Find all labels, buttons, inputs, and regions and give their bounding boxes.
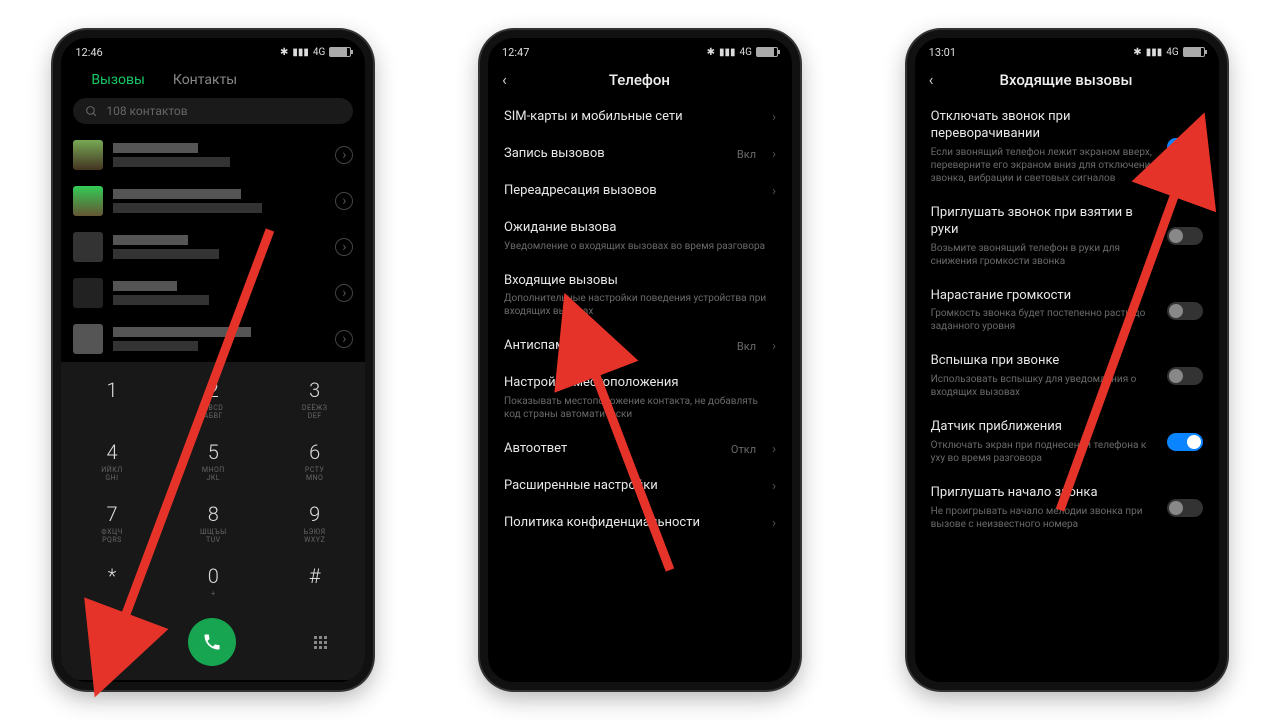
status-bar: 12:46 ✱ ▮▮▮ 4G — [61, 38, 365, 62]
bluetooth-icon: ✱ — [280, 47, 288, 58]
avatar — [73, 324, 103, 354]
signal-icon: ▮▮▮ — [292, 47, 309, 58]
avatar — [73, 140, 103, 170]
dialkey-0[interactable]: 0+ — [163, 554, 264, 608]
tabs: Вызовы Контакты — [61, 62, 365, 98]
settings-item[interactable]: Датчик приближенияОтключать экран при по… — [915, 409, 1219, 475]
chevron-right-icon[interactable]: › — [335, 284, 353, 302]
call-row[interactable]: › — [61, 178, 365, 224]
toggle-switch[interactable] — [1167, 433, 1203, 451]
back-button[interactable]: ‹ — [502, 70, 507, 89]
dialkey-3[interactable]: 3DEЁЖЗDEF — [264, 368, 365, 430]
chevron-right-icon[interactable]: › — [335, 330, 353, 348]
chevron-right-icon[interactable]: › — [335, 192, 353, 210]
chevron-right-icon: › — [772, 184, 776, 199]
signal-icon: ▮▮▮ — [719, 47, 736, 58]
dialkey-6[interactable]: 6РСТУMNO — [264, 430, 365, 492]
network-label: 4G — [313, 47, 325, 58]
dialkey-1[interactable]: 1 — [61, 368, 162, 430]
call-list: › › › › › — [61, 132, 365, 362]
settings-item[interactable]: АвтоответОткл› — [488, 431, 792, 468]
network-label: 4G — [1166, 47, 1178, 58]
dialkey-8[interactable]: 8ШЩЪЫTUV — [163, 492, 264, 554]
chevron-right-icon: › — [772, 516, 776, 531]
avatar — [73, 232, 103, 262]
call-row[interactable]: › — [61, 270, 365, 316]
chevron-right-icon: › — [772, 479, 776, 494]
search-placeholder: 108 контактов — [106, 104, 187, 118]
search-icon — [85, 105, 98, 118]
settings-list: SIM-карты и мобильные сети›Запись вызово… — [488, 99, 792, 542]
call-row[interactable]: › — [61, 316, 365, 362]
call-button[interactable] — [188, 618, 236, 666]
page-title: Входящие вызовы — [947, 71, 1184, 89]
phone-icon — [202, 632, 222, 652]
settings-item[interactable]: Отключать звонок при переворачиванииЕсли… — [915, 99, 1219, 195]
tab-calls[interactable]: Вызовы — [91, 72, 145, 88]
dialpad: 1 2ABCDАБВГ3DEЁЖЗDEF 4ИЙКЛGHI5МНОПJKL6РСТ… — [61, 362, 365, 608]
settings-item[interactable]: Запись вызововВкл› — [488, 136, 792, 173]
chevron-right-icon: › — [772, 442, 776, 457]
clock: 12:47 — [502, 46, 529, 59]
clock: 13:01 — [929, 46, 956, 59]
toggle-switch[interactable] — [1167, 138, 1203, 156]
call-row[interactable]: › — [61, 132, 365, 178]
battery-icon — [756, 47, 778, 57]
settings-item[interactable]: SIM-карты и мобильные сети› — [488, 99, 792, 136]
settings-item[interactable]: АнтиспамВкл› — [488, 328, 792, 365]
settings-item[interactable]: Входящие вызовыДополнительные настройки … — [488, 263, 792, 329]
chevron-right-icon[interactable]: › — [335, 146, 353, 164]
chevron-right-icon[interactable]: › — [335, 238, 353, 256]
settings-item[interactable]: Нарастание громкостиГромкость звонка буд… — [915, 278, 1219, 344]
back-button[interactable]: ‹ — [929, 70, 934, 89]
battery-icon — [1183, 47, 1205, 57]
phone-screen-settings: 12:47 ✱ ▮▮▮ 4G ‹ Телефон SIM-карты и мобил… — [480, 30, 800, 690]
settings-item[interactable]: Политика конфиденциальности› — [488, 505, 792, 542]
settings-item[interactable]: Вспышка при звонкеИспользовать вспышку д… — [915, 343, 1219, 409]
phone-screen-incoming-calls: 13:01 ✱ ▮▮▮4G ‹ Входящие вызовы Отключать… — [907, 30, 1227, 690]
bluetooth-icon: ✱ — [707, 47, 715, 58]
phone-screen-dialer: 12:46 ✱ ▮▮▮ 4G Вызовы Контакты 108 конта… — [53, 30, 373, 690]
dialkey-#[interactable]: # — [264, 554, 365, 608]
status-bar: 12:47 ✱ ▮▮▮ 4G — [488, 38, 792, 62]
chevron-right-icon: › — [772, 110, 776, 125]
search-input[interactable]: 108 контактов — [73, 98, 353, 124]
dialkey-9[interactable]: 9ЬЭЮЯWXYZ — [264, 492, 365, 554]
signal-icon: ▮▮▮ — [1146, 47, 1163, 58]
bottom-bar: ≡ — [61, 608, 365, 680]
toggle-switch[interactable] — [1167, 367, 1203, 385]
settings-item[interactable]: Переадресация вызовов› — [488, 173, 792, 210]
bluetooth-icon: ✱ — [1133, 47, 1141, 58]
dialkey-4[interactable]: 4ИЙКЛGHI — [61, 430, 162, 492]
avatar — [73, 278, 103, 308]
dialkey-*[interactable]: * — [61, 554, 162, 608]
dialkey-7[interactable]: 7ФХЦЧPQRS — [61, 492, 162, 554]
dialpad-toggle-icon[interactable] — [314, 636, 327, 649]
chevron-right-icon: › — [772, 339, 776, 354]
toggle-switch[interactable] — [1167, 302, 1203, 320]
settings-item[interactable]: Расширенные настройки› — [488, 468, 792, 505]
menu-icon[interactable]: ≡ — [100, 632, 111, 653]
network-label: 4G — [740, 47, 752, 58]
tab-contacts[interactable]: Контакты — [173, 72, 237, 88]
settings-item[interactable]: Приглушать начало звонкаНе проигрывать н… — [915, 475, 1219, 541]
settings-list: Отключать звонок при переворачиванииЕсли… — [915, 99, 1219, 541]
toggle-switch[interactable] — [1167, 499, 1203, 517]
settings-item[interactable]: Приглушать звонок при взятии в рукиВозьм… — [915, 195, 1219, 278]
avatar — [73, 186, 103, 216]
page-title: Телефон — [521, 71, 758, 89]
battery-icon — [329, 47, 351, 57]
settings-item[interactable]: Настройки местоположенияПоказывать место… — [488, 365, 792, 431]
settings-item[interactable]: Ожидание вызоваУведомление о входящих вы… — [488, 210, 792, 263]
toggle-switch[interactable] — [1167, 227, 1203, 245]
dialkey-2[interactable]: 2ABCDАБВГ — [163, 368, 264, 430]
call-row[interactable]: › — [61, 224, 365, 270]
chevron-right-icon: › — [772, 147, 776, 162]
status-bar: 13:01 ✱ ▮▮▮4G — [915, 38, 1219, 62]
clock: 12:46 — [75, 46, 102, 59]
dialkey-5[interactable]: 5МНОПJKL — [163, 430, 264, 492]
